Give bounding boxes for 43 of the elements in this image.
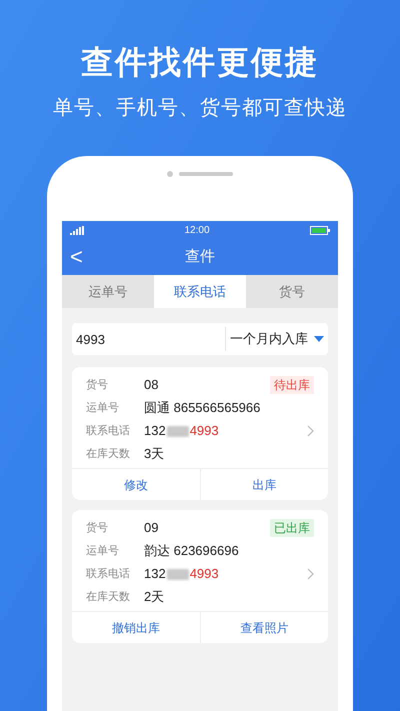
phone-prefix: 132 bbox=[144, 565, 166, 584]
days-in-stock: 3天 bbox=[144, 445, 164, 464]
masked-digits bbox=[166, 426, 189, 436]
status-tag: 已出库 bbox=[270, 519, 314, 537]
tab[interactable]: 货号 bbox=[246, 275, 338, 308]
field-label: 货号 bbox=[86, 520, 109, 536]
nav-title: 查件 bbox=[185, 246, 215, 267]
goods-number: 08 bbox=[144, 376, 158, 394]
field-label: 运单号 bbox=[86, 400, 120, 416]
search-field[interactable]: 4993 bbox=[72, 323, 225, 355]
waybill-number: 韵达 623696696 bbox=[144, 542, 239, 560]
phone-match: 4993 bbox=[190, 422, 219, 440]
speaker-icon bbox=[179, 172, 233, 176]
field-label: 在库天数 bbox=[86, 446, 131, 462]
subtitle: 单号、手机号、货号都可查快递 bbox=[53, 96, 347, 121]
tab[interactable]: 联系电话 bbox=[154, 275, 246, 308]
waybill-number: 圆通 865566565966 bbox=[144, 399, 260, 418]
masked-digits bbox=[166, 568, 189, 580]
days-in-stock: 2天 bbox=[144, 588, 164, 606]
action-button[interactable]: 撤销出库 bbox=[72, 612, 200, 643]
filter-dropdown[interactable]: 一个月内入库 bbox=[226, 323, 328, 355]
goods-number: 09 bbox=[144, 519, 158, 538]
status-time: 12:00 bbox=[184, 224, 210, 238]
phone-prefix: 132 bbox=[144, 422, 166, 440]
status-tag: 待出库 bbox=[270, 376, 314, 394]
signal-icon bbox=[70, 226, 84, 234]
phone-match: 4993 bbox=[190, 565, 219, 584]
field-label: 联系电话 bbox=[86, 566, 131, 582]
action-button[interactable]: 查看照片 bbox=[200, 612, 328, 643]
chevron-icon[interactable] bbox=[307, 568, 314, 580]
caret-icon bbox=[314, 336, 324, 342]
field-label: 联系电话 bbox=[86, 424, 131, 439]
field-label: 运单号 bbox=[86, 544, 120, 559]
headline: 查件找件更便捷 bbox=[81, 43, 319, 82]
action-button[interactable]: 修改 bbox=[72, 469, 200, 500]
battery-icon bbox=[310, 226, 330, 234]
camera-icon bbox=[167, 170, 173, 176]
field-label: 货号 bbox=[86, 378, 109, 393]
tab[interactable]: 运单号 bbox=[62, 275, 154, 308]
field-label: 在库天数 bbox=[86, 590, 131, 605]
back-button[interactable]: < bbox=[70, 246, 83, 268]
action-button[interactable]: 出库 bbox=[200, 469, 328, 500]
chevron-icon[interactable] bbox=[307, 425, 314, 437]
